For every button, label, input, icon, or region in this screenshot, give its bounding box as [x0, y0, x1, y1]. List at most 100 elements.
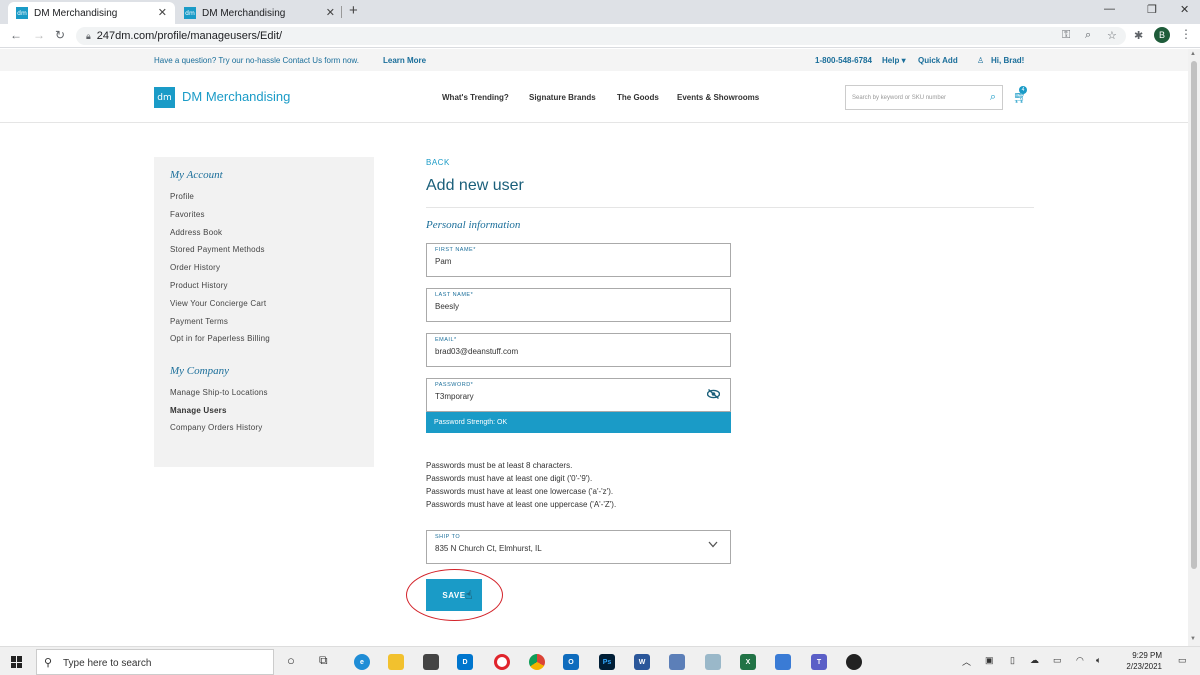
search-placeholder: Search by keyword or SKU number — [852, 95, 947, 101]
help-label: Help — [882, 56, 900, 65]
my-account-heading: My Account — [170, 169, 223, 181]
page-scrollbar[interactable]: ▲ ▼ — [1188, 49, 1200, 646]
new-tab-icon[interactable]: + — [349, 2, 358, 19]
nav-signature-brands[interactable]: Signature Brands — [529, 93, 596, 102]
bookmark-star-icon[interactable]: ☆ — [1107, 29, 1117, 42]
minimize-icon[interactable]: — — [1104, 3, 1115, 15]
sidebar-item-address-book[interactable]: Address Book — [170, 228, 222, 237]
password-field[interactable]: PASSWORD* T3mporary — [426, 378, 731, 412]
sidebar-item-company-orders[interactable]: Company Orders History — [170, 423, 262, 432]
phone-link[interactable]: 1-800-548-6784 — [815, 56, 872, 65]
browser-tab-2[interactable]: dm DM Merchandising ✕ — [176, 2, 343, 24]
battery-icon[interactable]: ▭ — [1053, 655, 1062, 666]
key-icon[interactable]: ⚿ — [1062, 29, 1070, 42]
sidebar-item-payment-terms[interactable]: Payment Terms — [170, 317, 228, 326]
back-link[interactable]: BACK — [426, 158, 450, 167]
search-icon[interactable]: ⌕ — [990, 91, 996, 104]
sidebar-item-manage-users[interactable]: Manage Users — [170, 406, 227, 415]
cortana-icon[interactable]: ○ — [287, 653, 295, 668]
forward-arrow-icon[interactable]: → — [33, 28, 45, 42]
obs-icon[interactable] — [846, 654, 862, 670]
network-app-icon[interactable] — [669, 654, 685, 670]
scroll-down-icon[interactable]: ▼ — [1190, 636, 1196, 642]
user-icon: ♙ — [977, 56, 985, 65]
reload-icon[interactable]: ↻ — [55, 28, 65, 42]
tab-title: DM Merchandising — [34, 7, 118, 19]
wifi-icon[interactable]: ◠ — [1076, 655, 1084, 666]
help-menu[interactable]: Help ▾ — [882, 56, 906, 65]
scroll-up-icon[interactable]: ▲ — [1190, 51, 1196, 57]
sidebar-item-paperless-billing[interactable]: Opt in for Paperless Billing — [170, 334, 270, 343]
sidebar-item-profile[interactable]: Profile — [170, 192, 194, 201]
teams-icon[interactable]: T — [811, 654, 827, 670]
task-view-icon[interactable]: ⧉ — [319, 653, 328, 668]
ship-to-select[interactable]: SHIP TO 835 N Church Ct, Elmhurst, IL — [426, 530, 731, 564]
info-bar: Have a question? Try our no-hassle Conta… — [0, 49, 1188, 71]
onedrive-icon[interactable]: ☁︎ — [1030, 655, 1039, 666]
nav-events-showrooms[interactable]: Events & Showrooms — [677, 93, 759, 102]
extensions-puzzle-icon[interactable]: ✱ — [1134, 29, 1143, 42]
taskbar-search-input[interactable]: ⚲ Type here to search — [36, 649, 274, 675]
store-icon[interactable] — [423, 654, 439, 670]
zoom-icon[interactable]: ⌕ — [1085, 29, 1091, 42]
password-rule: Passwords must have at least one lowerca… — [426, 487, 614, 496]
system-clock[interactable]: 9:29 PM 2/23/2021 — [1112, 650, 1162, 672]
search-icon: ⚲ — [44, 657, 53, 669]
opera-icon[interactable] — [494, 654, 510, 670]
browser-tab-1[interactable]: dm DM Merchandising ✕ — [8, 2, 175, 24]
profile-avatar[interactable]: B — [1154, 27, 1170, 43]
dm-logo-icon[interactable]: dm — [154, 87, 175, 108]
sidebar-item-order-history[interactable]: Order History — [170, 263, 220, 272]
password-label: PASSWORD* — [435, 382, 474, 388]
hide-password-eye-icon[interactable] — [706, 388, 721, 402]
sidebar-item-stored-payment[interactable]: Stored Payment Methods — [170, 245, 265, 254]
last-name-field[interactable]: LAST NAME* Beesly — [426, 288, 731, 322]
windows-taskbar: ⚲ Type here to search ○ ⧉ e D O Ps W X T… — [0, 646, 1200, 675]
quick-add-link[interactable]: Quick Add — [918, 56, 958, 65]
dell-icon[interactable]: D — [457, 654, 473, 670]
chrome-icon[interactable] — [529, 654, 545, 670]
learn-more-link[interactable]: Learn More — [383, 56, 426, 65]
scroll-thumb[interactable] — [1191, 61, 1197, 569]
nav-whats-trending[interactable]: What's Trending? — [442, 93, 509, 102]
dm-favicon-icon: dm — [184, 7, 196, 19]
password-value: T3mporary — [435, 392, 474, 401]
edge-icon[interactable]: e — [354, 654, 370, 670]
lock-icon: 🔒︎ — [86, 30, 91, 41]
tray-phone-icon[interactable]: ▯ — [1010, 655, 1015, 666]
photos-icon[interactable] — [775, 654, 791, 670]
sidebar-item-favorites[interactable]: Favorites — [170, 210, 205, 219]
browser-menu-icon[interactable]: ⋮ — [1180, 27, 1192, 41]
email-field[interactable]: EMAIL* brad03@deanstuff.com — [426, 333, 731, 367]
account-greeting[interactable]: Hi, Brad! — [991, 56, 1024, 65]
notifications-icon[interactable]: ▭ — [1178, 655, 1187, 666]
first-name-field[interactable]: FIRST NAME* Pam — [426, 243, 731, 277]
sidebar-item-concierge-cart[interactable]: View Your Concierge Cart — [170, 299, 266, 308]
outlook-icon[interactable]: O — [563, 654, 579, 670]
close-tab-icon[interactable]: ✕ — [326, 6, 335, 19]
tray-chevron-up-icon[interactable]: ︿ — [962, 655, 971, 668]
tray-app-icon[interactable]: ▣ — [985, 655, 994, 666]
photoshop-icon[interactable]: Ps — [599, 654, 615, 670]
sidebar-item-ship-to-locations[interactable]: Manage Ship-to Locations — [170, 388, 268, 397]
close-window-icon[interactable]: ✕ — [1180, 3, 1189, 16]
email-label: EMAIL* — [435, 337, 457, 343]
account-sidebar: My Account Profile Favorites Address Boo… — [154, 157, 374, 467]
cart-icon[interactable]: 🛒︎ 4 — [1013, 86, 1028, 104]
windows-start-icon[interactable] — [11, 656, 23, 668]
paint-icon[interactable] — [705, 654, 721, 670]
logo-text[interactable]: DM Merchandising — [182, 89, 290, 104]
address-bar[interactable]: 🔒︎ 247dm.com/profile/manageusers/Edit/ — [76, 27, 1126, 45]
clock-date: 2/23/2021 — [1126, 662, 1162, 671]
close-tab-icon[interactable]: ✕ — [158, 6, 167, 19]
search-input[interactable]: Search by keyword or SKU number ⌕ — [845, 85, 1003, 110]
excel-icon[interactable]: X — [740, 654, 756, 670]
file-explorer-icon[interactable] — [388, 654, 404, 670]
restore-icon[interactable]: ❐ — [1147, 3, 1157, 16]
sidebar-item-product-history[interactable]: Product History — [170, 281, 228, 290]
back-arrow-icon[interactable]: ← — [10, 28, 22, 42]
word-icon[interactable]: W — [634, 654, 650, 670]
nav-the-goods[interactable]: The Goods — [617, 93, 659, 102]
volume-icon[interactable]: 🔈︎ — [1096, 655, 1101, 666]
url-text: 247dm.com/profile/manageusers/Edit/ — [96, 30, 283, 42]
